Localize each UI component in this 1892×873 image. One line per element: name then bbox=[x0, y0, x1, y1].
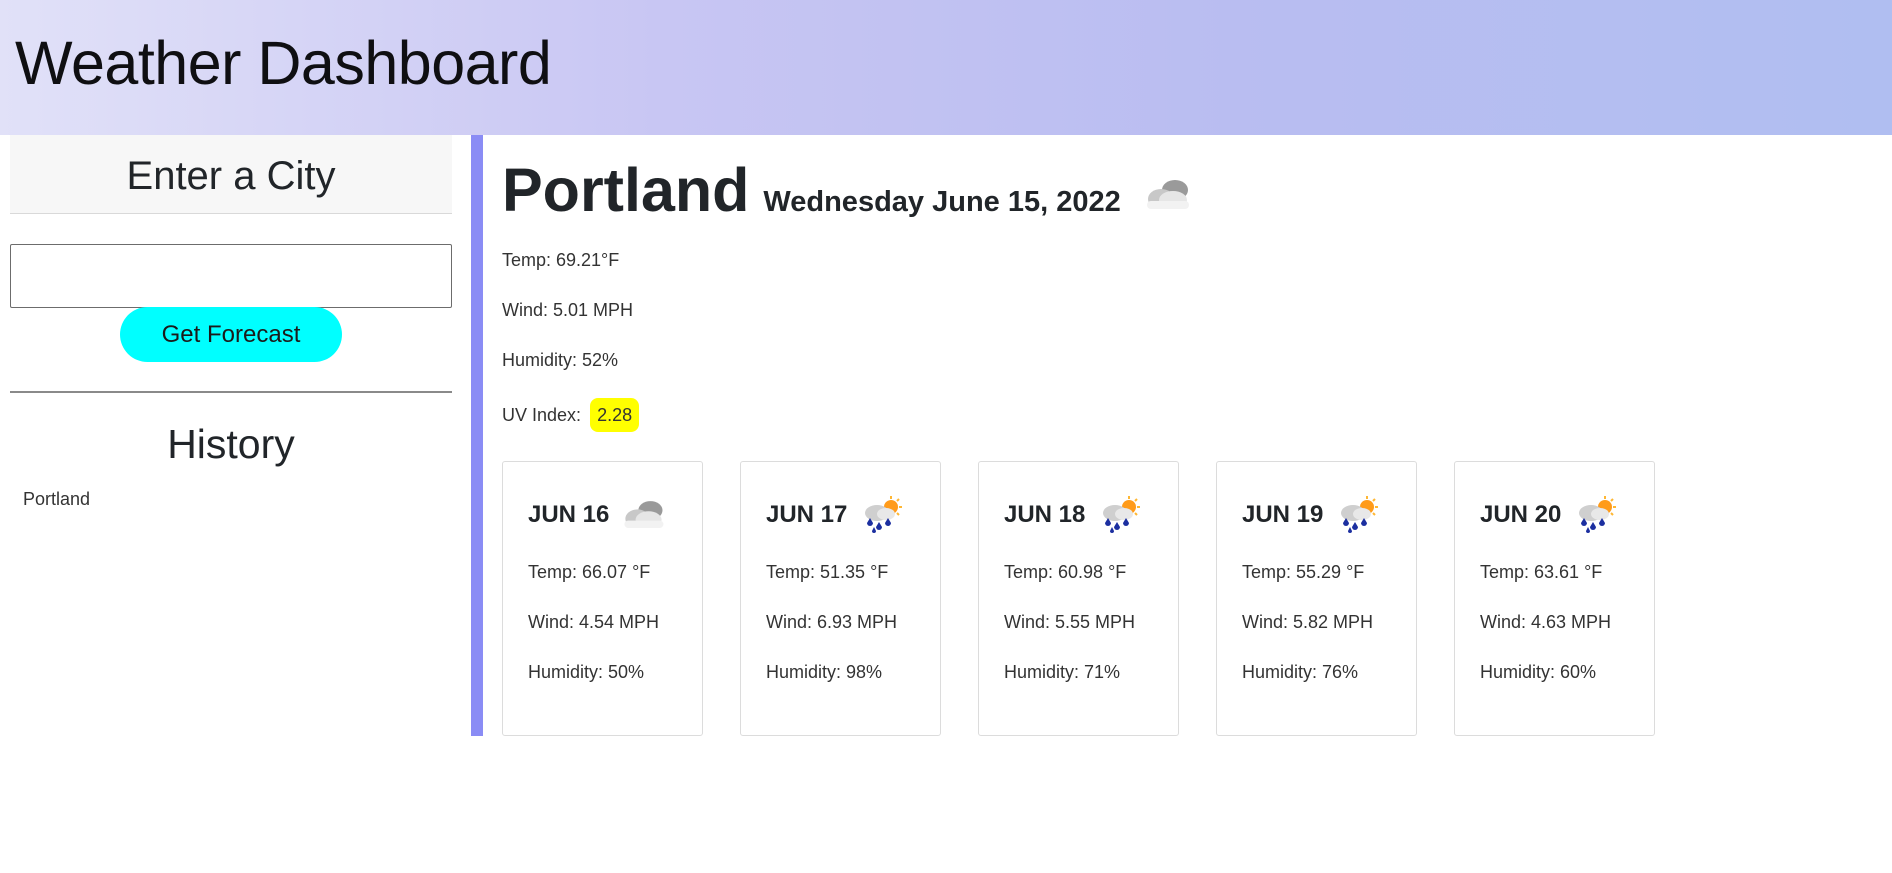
rain-sun-icon bbox=[1331, 495, 1383, 535]
five-day-forecast: JUN 16 Temp: 66.07 °F Wind: 4.54 MPH Hum… bbox=[502, 461, 1692, 736]
forecast-temp: Temp: 60.98 °F bbox=[1004, 562, 1127, 582]
main-accent-bar bbox=[471, 135, 483, 736]
forecast-date: JUN 17 bbox=[766, 501, 848, 528]
forecast-date-row: JUN 20 bbox=[1480, 495, 1654, 535]
history-item[interactable]: Portland bbox=[23, 489, 90, 510]
current-stats: Temp: 69.21°F Wind: 5.01 MPH Humidity: 5… bbox=[502, 248, 640, 448]
forecast-date: JUN 18 bbox=[1004, 501, 1086, 528]
forecast-humidity: Humidity: 50% bbox=[528, 662, 645, 682]
search-card-header: Enter a City bbox=[10, 135, 452, 214]
get-forecast-button[interactable]: Get Forecast bbox=[120, 307, 342, 362]
current-city-name: Portland bbox=[502, 156, 750, 224]
forecast-date-row: JUN 19 bbox=[1242, 495, 1416, 535]
forecast-date: JUN 19 bbox=[1242, 501, 1324, 528]
forecast-card: JUN 16 Temp: 66.07 °F Wind: 4.54 MPH Hum… bbox=[502, 461, 703, 736]
current-temp: Temp: 69.21°F bbox=[502, 250, 620, 270]
forecast-date: JUN 20 bbox=[1480, 501, 1562, 528]
forecast-date: JUN 16 bbox=[528, 501, 610, 528]
forecast-wind: Wind: 5.82 MPH bbox=[1242, 612, 1374, 632]
current-date: Wednesday June 15, 2022 bbox=[763, 186, 1121, 218]
forecast-humidity: Humidity: 98% bbox=[766, 662, 883, 682]
rain-sun-icon bbox=[855, 495, 907, 535]
search-sidebar: Enter a City Get Forecast History Portla… bbox=[10, 135, 452, 509]
forecast-humidity: Humidity: 71% bbox=[1004, 662, 1121, 682]
forecast-date-row: JUN 16 bbox=[528, 495, 702, 535]
current-title: Portland Wednesday June 15, 2022 bbox=[502, 155, 1802, 225]
forecast-card: JUN 20 Temp: 63.61 °F Wind: 4.63 MPH Hum… bbox=[1454, 461, 1655, 736]
forecast-wind: Wind: 4.63 MPH bbox=[1480, 612, 1612, 632]
forecast-temp: Temp: 55.29 °F bbox=[1242, 562, 1365, 582]
current-weather: Portland Wednesday June 15, 2022 Temp: 6… bbox=[502, 155, 1802, 432]
rain-sun-icon bbox=[1093, 495, 1145, 535]
search-heading: Enter a City bbox=[126, 153, 336, 198]
forecast-temp: Temp: 66.07 °F bbox=[528, 562, 651, 582]
cloudy-icon bbox=[617, 495, 669, 535]
forecast-temp: Temp: 63.61 °F bbox=[1480, 562, 1603, 582]
current-uv: UV Index: 2.28 bbox=[502, 398, 640, 448]
forecast-card: JUN 18 Temp: 60.98 °F Wind: 5.55 MPH Hum… bbox=[978, 461, 1179, 736]
forecast-humidity: Humidity: 76% bbox=[1242, 662, 1359, 682]
page-header: Weather Dashboard bbox=[0, 0, 1892, 135]
forecast-wind: Wind: 6.93 MPH bbox=[766, 612, 898, 632]
current-wind: Wind: 5.01 MPH bbox=[502, 300, 634, 320]
forecast-wind: Wind: 5.55 MPH bbox=[1004, 612, 1136, 632]
forecast-date-row: JUN 18 bbox=[1004, 495, 1178, 535]
page-title: Weather Dashboard bbox=[15, 29, 552, 97]
forecast-humidity: Humidity: 60% bbox=[1480, 662, 1597, 682]
forecast-card: JUN 17 Temp: 51.35 °F Wind: 6.93 MPH Hum… bbox=[740, 461, 941, 736]
forecast-date-row: JUN 17 bbox=[766, 495, 940, 535]
forecast-temp: Temp: 51.35 °F bbox=[766, 562, 889, 582]
uv-label: UV Index: bbox=[502, 405, 582, 425]
forecast-card: JUN 19 Temp: 55.29 °F Wind: 5.82 MPH Hum… bbox=[1216, 461, 1417, 736]
current-humidity: Humidity: 52% bbox=[502, 350, 619, 370]
history-list: Portland bbox=[23, 489, 90, 510]
history-heading: History bbox=[167, 421, 295, 467]
cloudy-icon bbox=[1139, 175, 1195, 215]
uv-index-badge: 2.28 bbox=[590, 398, 640, 432]
forecast-wind: Wind: 4.54 MPH bbox=[528, 612, 660, 632]
rain-sun-icon bbox=[1569, 495, 1621, 535]
sidebar-divider bbox=[10, 391, 452, 393]
city-search-input[interactable] bbox=[10, 244, 452, 308]
